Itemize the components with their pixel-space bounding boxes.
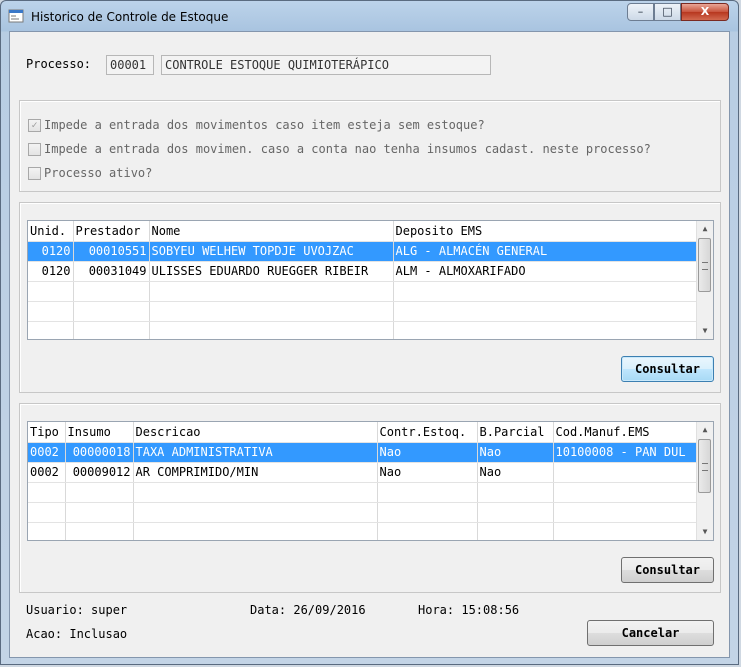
prestador-scrollbar[interactable]: ▲ ▼ <box>696 221 713 339</box>
minimize-button[interactable]: – <box>627 3 654 21</box>
table-row[interactable]: 0002 00009012 AR COMPRIMIDO/MIN Nao Nao <box>28 462 700 483</box>
options-group: ✓ Impede a entrada dos movimentos caso i… <box>19 100 721 192</box>
empty-row <box>28 522 700 540</box>
option-label-3: Processo ativo? <box>44 166 153 180</box>
window-title: Historico de Controle de Estoque <box>31 10 229 24</box>
consultar-insumo-button[interactable]: Consultar <box>621 557 714 583</box>
cell-tipo: 0002 <box>28 442 66 463</box>
empty-row <box>28 482 700 503</box>
column-header-descricao[interactable]: Descricao <box>133 422 378 443</box>
prestador-header-row: Unid. Prestador Nome Deposito EMS <box>28 221 700 242</box>
table-row[interactable]: 0120 00010551 SOBYEU WELHEW TOPDJE UVOJZ… <box>28 241 700 262</box>
cell-b-parcial: Nao <box>477 462 554 483</box>
insumo-group: Tipo Insumo Descricao Contr.Estoq. B.Par… <box>19 403 721 593</box>
main-window: Historico de Controle de Estoque – □ X P… <box>0 0 739 665</box>
column-header-unid[interactable]: Unid. <box>28 221 74 242</box>
cell-prestador: 00031049 <box>73 261 150 282</box>
column-header-nome[interactable]: Nome <box>149 221 394 242</box>
scroll-thumb[interactable] <box>698 439 711 493</box>
cell-contr-estoq: Nao <box>377 442 478 463</box>
data-label: Data: 26/09/2016 <box>250 603 366 617</box>
insumo-header-row: Tipo Insumo Descricao Contr.Estoq. B.Par… <box>28 422 700 443</box>
scroll-up-icon[interactable]: ▲ <box>697 422 713 438</box>
column-header-tipo[interactable]: Tipo <box>28 422 66 443</box>
insumo-table: Tipo Insumo Descricao Contr.Estoq. B.Par… <box>28 422 700 540</box>
acao-label: Acao: Inclusao <box>26 627 128 641</box>
maximize-icon: □ <box>662 5 673 18</box>
table-row[interactable]: 0002 00000018 TAXA ADMINISTRATIVA Nao Na… <box>28 442 700 463</box>
cell-nome: SOBYEU WELHEW TOPDJE UVOJZAC <box>149 241 394 262</box>
column-header-b-parcial[interactable]: B.Parcial <box>477 422 554 443</box>
option-checkbox-1[interactable]: ✓ <box>28 119 41 132</box>
column-header-insumo[interactable]: Insumo <box>65 422 134 443</box>
cell-deposito: ALM - ALMOXARIFADO <box>393 261 700 282</box>
cell-insumo: 00000018 <box>65 442 134 463</box>
usuario-label: Usuario: super <box>26 603 128 617</box>
option-label-2: Impede a entrada dos movimen. caso a con… <box>44 142 651 156</box>
cell-unid: 0120 <box>28 261 74 282</box>
consultar-prestador-button[interactable]: Consultar <box>621 356 714 382</box>
hora-label: Hora: 15:08:56 <box>418 603 520 617</box>
cell-unid: 0120 <box>28 241 74 262</box>
minimize-icon: – <box>637 5 644 18</box>
prestador-grid[interactable]: Unid. Prestador Nome Deposito EMS 0120 0… <box>27 220 714 340</box>
cell-b-parcial: Nao <box>477 442 554 463</box>
empty-row <box>28 321 700 339</box>
cell-nome: ULISSES EDUARDO RUEGGER RIBEIR <box>149 261 394 282</box>
cell-contr-estoq: Nao <box>377 462 478 483</box>
option-checkbox-2[interactable] <box>28 143 41 156</box>
cancel-button[interactable]: Cancelar <box>587 620 714 646</box>
title-bar[interactable]: Historico de Controle de Estoque – □ X <box>1 1 738 31</box>
insumo-scrollbar[interactable]: ▲ ▼ <box>696 422 713 540</box>
prestador-group: Unid. Prestador Nome Deposito EMS 0120 0… <box>19 202 721 393</box>
scroll-up-icon[interactable]: ▲ <box>697 221 713 237</box>
prestador-table: Unid. Prestador Nome Deposito EMS 0120 0… <box>28 221 700 339</box>
maximize-button[interactable]: □ <box>654 3 681 21</box>
cell-cod-manuf <box>553 462 700 483</box>
processo-description-field[interactable]: CONTROLE ESTOQUE QUIMIOTERÁPICO <box>161 55 491 75</box>
cell-tipo: 0002 <box>28 462 66 483</box>
close-button[interactable]: X <box>681 3 729 21</box>
scroll-down-icon[interactable]: ▼ <box>697 524 713 540</box>
processo-code-field[interactable]: 00001 <box>106 55 154 75</box>
processo-label: Processo: <box>26 57 92 71</box>
scroll-thumb[interactable] <box>698 238 711 292</box>
scroll-down-icon[interactable]: ▼ <box>697 323 713 339</box>
table-row[interactable]: 0120 00031049 ULISSES EDUARDO RUEGGER RI… <box>28 261 700 282</box>
cell-cod-manuf: 10100008 - PAN DUL <box>553 442 700 463</box>
empty-row <box>28 502 700 523</box>
empty-row <box>28 301 700 322</box>
column-header-deposito[interactable]: Deposito EMS <box>393 221 700 242</box>
empty-row <box>28 281 700 302</box>
insumo-grid[interactable]: Tipo Insumo Descricao Contr.Estoq. B.Par… <box>27 421 714 541</box>
cell-insumo: 00009012 <box>65 462 134 483</box>
cell-prestador: 00010551 <box>73 241 150 262</box>
cell-descricao: TAXA ADMINISTRATIVA <box>133 442 378 463</box>
cell-descricao: AR COMPRIMIDO/MIN <box>133 462 378 483</box>
column-header-cod-manuf[interactable]: Cod.Manuf.EMS <box>553 422 700 443</box>
client-area: Processo: 00001 CONTROLE ESTOQUE QUIMIOT… <box>9 31 730 658</box>
close-icon: X <box>700 5 710 18</box>
app-icon <box>8 9 24 23</box>
option-label-1: Impede a entrada dos movimentos caso ite… <box>44 118 485 132</box>
option-checkbox-3[interactable] <box>28 167 41 180</box>
column-header-prestador[interactable]: Prestador <box>73 221 150 242</box>
cell-deposito: ALG - ALMACÉN GENERAL <box>393 241 700 262</box>
checkmark-icon: ✓ <box>31 120 38 131</box>
column-header-contr-estoq[interactable]: Contr.Estoq. <box>377 422 478 443</box>
